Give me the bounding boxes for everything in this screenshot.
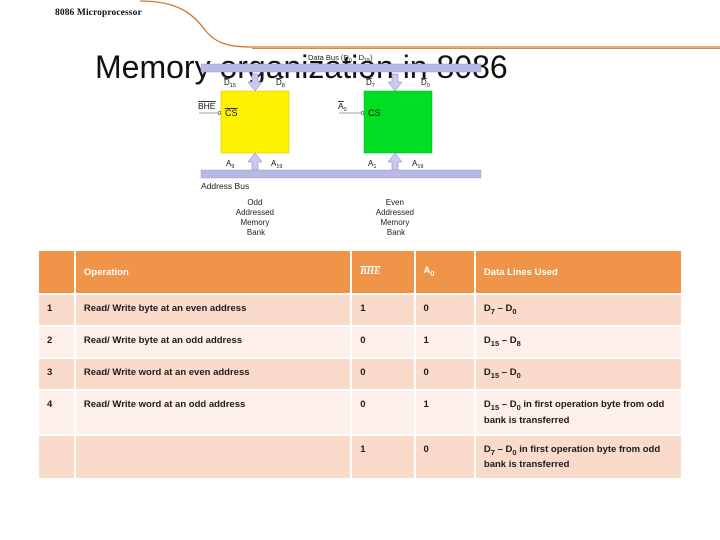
odd-memory-bank-box (220, 90, 290, 154)
operations-table: Operation BHE A0 Data Lines Used 1 Read/ … (37, 249, 683, 480)
cell-a0: 1 (415, 390, 474, 434)
even-bank-caption: Even Addressed Memory Bank (376, 198, 416, 237)
header-data-lines: Data Lines Used (475, 251, 681, 293)
svg-text:A0: A0 (338, 101, 347, 113)
table-row: 1 0 D7 – D0 in first operation byte from o… (39, 435, 681, 479)
cell-operation: Read/ Write byte at an odd address (75, 326, 351, 357)
cell-index: 2 (39, 326, 74, 357)
cell-a0: 0 (415, 358, 474, 389)
cell-bhe: 0 (352, 326, 414, 357)
table-header-row: Operation BHE A0 Data Lines Used (39, 251, 681, 293)
memory-bank-diagram: Data Bus (D0 - D15) D15 D8 BHE CS D7 D0 (196, 50, 486, 250)
cell-index: 3 (39, 358, 74, 389)
cell-data-lines: D15 – D8 (475, 326, 681, 357)
svg-text:D0: D0 (421, 78, 430, 89)
cell-data-lines: D15 – D0 (475, 358, 681, 389)
header-operation: Operation (75, 251, 351, 293)
cell-index (39, 435, 74, 479)
cell-a0: 0 (415, 295, 474, 325)
cell-operation: Read/ Write word at an even address (75, 358, 351, 389)
bhe-label: BHE (360, 267, 381, 277)
table-row: 4 Read/ Write word at an odd address 0 1 D15… (39, 390, 681, 434)
cell-bhe: 0 (352, 358, 414, 389)
cell-a0: 1 (415, 326, 474, 357)
cell-operation (75, 435, 351, 479)
svg-text:CS: CS (368, 108, 381, 118)
cell-data-lines: D7 – D0 in first operation byte from odd… (475, 435, 681, 479)
cell-bhe: 1 (352, 295, 414, 325)
a0-subscript: 0 (430, 268, 435, 278)
header-index (39, 251, 74, 293)
cell-index: 1 (39, 295, 74, 325)
header-bhe: BHE (352, 251, 414, 293)
svg-text:A1: A1 (368, 159, 376, 170)
even-memory-bank-box (363, 90, 433, 154)
svg-text:D8: D8 (276, 78, 285, 89)
cell-data-lines: D7 – D0 (475, 295, 681, 325)
data-bus-bar (200, 63, 482, 73)
slide-header: 8086 Microprocessor (55, 8, 142, 18)
cell-data-lines: D15 – D0 in first operation byte from od… (475, 390, 681, 434)
cell-bhe: 1 (352, 435, 414, 479)
address-bus-label: Address Bus (201, 181, 249, 191)
table-row: 2 Read/ Write byte at an odd address 0 1 D15… (39, 326, 681, 357)
svg-text:A9: A9 (226, 159, 234, 170)
table-row: 3 Read/ Write word at an even address 0 0 D1… (39, 358, 681, 389)
svg-text:A19: A19 (271, 159, 282, 170)
odd-bank-caption: Odd Addressed Memory Bank (236, 198, 276, 237)
cell-operation: Read/ Write word at an odd address (75, 390, 351, 434)
header-a0: A0 (415, 251, 474, 293)
table-body: 1 Read/ Write byte at an even address 1 0 D7… (39, 295, 681, 479)
table-row: 1 Read/ Write byte at an even address 1 0 D7… (39, 295, 681, 325)
address-bus-bar (200, 169, 482, 179)
svg-text:CS: CS (225, 108, 238, 118)
svg-text:BHE: BHE (198, 101, 216, 111)
svg-text:D15: D15 (224, 78, 236, 89)
svg-text:D7: D7 (366, 78, 375, 89)
data-bus-label: Data Bus (D0 - D15) (308, 53, 373, 64)
svg-text:A19: A19 (412, 159, 423, 170)
cell-index: 4 (39, 390, 74, 434)
cell-a0: 0 (415, 435, 474, 479)
cell-operation: Read/ Write byte at an even address (75, 295, 351, 325)
cell-bhe: 0 (352, 390, 414, 434)
